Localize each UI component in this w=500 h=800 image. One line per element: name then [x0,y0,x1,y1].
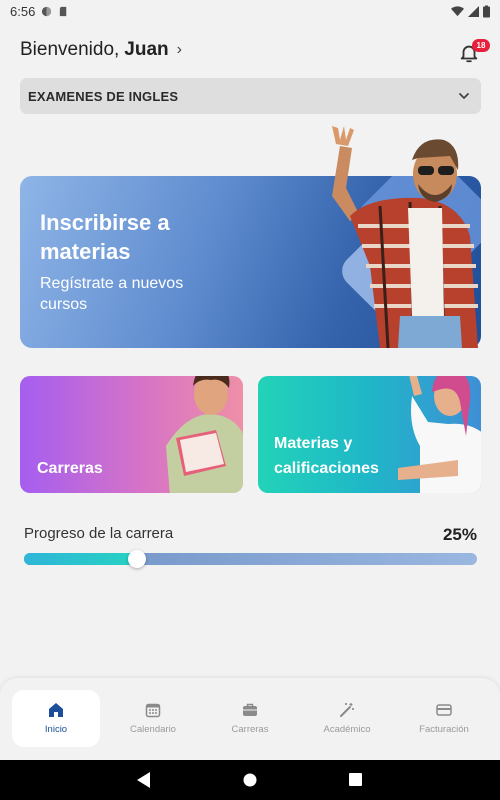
magic-wand-icon [340,703,354,717]
progress-fill [24,553,138,565]
bottom-navigation: Inicio Calendario Carreras Académico Fac… [0,678,500,760]
nav-label-academico: Académico [323,724,371,735]
nav-item-inicio[interactable]: Inicio [12,690,100,747]
nav-item-facturacion[interactable]: Facturación [400,690,488,747]
subjects-grades-card-label: Materias y calificaciones [274,435,379,477]
back-icon[interactable] [137,772,151,788]
nav-label-inicio: Inicio [44,724,68,735]
wifi-icon [451,5,464,16]
battery-icon [483,5,490,17]
signal-icon [468,5,479,17]
nav-item-calendario[interactable]: Calendario [109,690,197,747]
progress-label: Progreso de la carrera [24,525,174,542]
system-navigation-bar [0,760,500,800]
profile-greeting[interactable]: Bienvenido, Juan › [20,39,182,61]
header: Bienvenido, Juan › 18 [20,36,490,64]
careers-card-label: Carreras [37,460,103,477]
nav-label-facturacion: Facturación [419,724,469,735]
notification-badge: 18 [472,39,490,52]
program-select[interactable]: EXAMENES DE INGLES [20,78,481,114]
notifications-button[interactable]: 18 [456,37,490,63]
hero-subtitle: Regístrate a nuevos cursos [40,275,184,313]
sd-card-icon [60,6,67,16]
home-button-icon[interactable] [243,773,257,787]
credit-card-icon [436,704,452,716]
waving-student-illustration [332,126,478,348]
hero-title: Inscribirse a materias [40,210,170,264]
student-pointing-illustration [398,376,481,493]
user-name: Juan [124,39,169,60]
progress-value: 25% [442,525,477,544]
calendar-icon [145,703,161,718]
nav-item-carreras[interactable]: Carreras [206,690,294,747]
status-time: 6:56 [10,3,36,19]
home-icon [49,703,63,717]
chevron-down-icon [459,93,469,99]
program-select-value: EXAMENES DE INGLES [28,88,179,104]
career-progress-bar [24,550,477,568]
student-reading-illustration [166,376,243,493]
briefcase-icon [243,703,257,716]
nav-label-calendario: Calendario [130,724,176,735]
progress-thumb[interactable] [128,550,147,568]
status-bar: 6:56 [0,0,500,22]
app-notification-icon [42,6,52,16]
nav-label-carreras: Carreras [231,724,269,735]
recents-icon[interactable] [349,773,362,786]
chevron-right-icon: › [176,41,182,58]
nav-item-academico[interactable]: Académico [303,690,391,747]
careers-card[interactable]: Carreras [20,376,243,493]
subjects-grades-card[interactable]: Materias y calificaciones [258,376,481,493]
greeting-text: Bienvenido, [20,39,120,60]
